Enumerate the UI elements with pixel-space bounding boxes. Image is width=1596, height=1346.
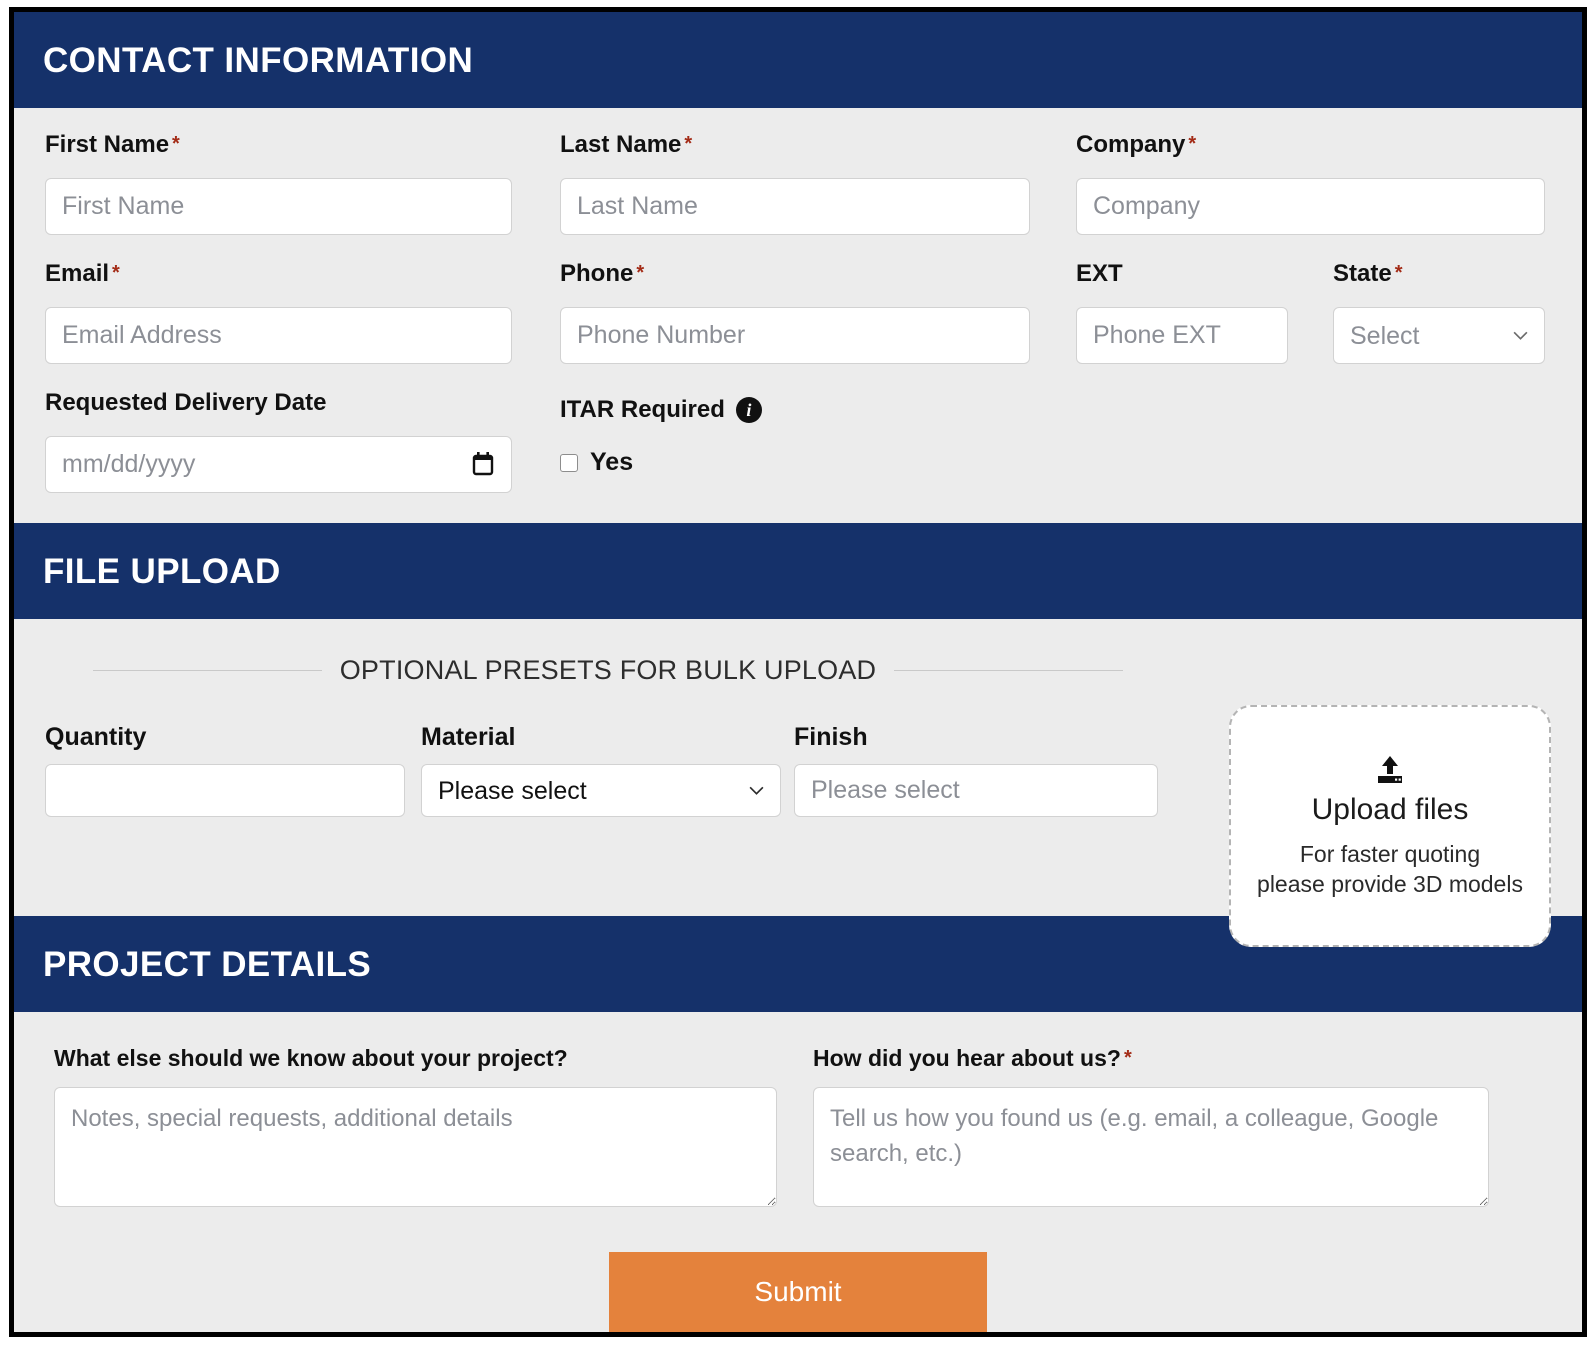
referral-textarea[interactable] — [813, 1087, 1489, 1208]
submit-row: Submit — [45, 1252, 1551, 1332]
finish-input[interactable] — [794, 764, 1158, 818]
upload-files-subtitle-line2: please provide 3D models — [1257, 870, 1523, 897]
ext-label: EXT — [1076, 260, 1123, 287]
field-phone: Phone * — [560, 261, 1030, 364]
required-asterisk: * — [112, 262, 120, 284]
state-select[interactable]: Select — [1333, 307, 1545, 364]
section-title-contact-information: CONTACT INFORMATION — [43, 40, 474, 80]
quote-request-form: CONTACT INFORMATION First Name* Last Nam… — [9, 7, 1587, 1337]
required-asterisk: * — [1394, 262, 1403, 284]
section-header-contact-information: CONTACT INFORMATION — [14, 12, 1582, 108]
section-title-project-details: PROJECT DETAILS — [43, 944, 372, 984]
contact-row-2: Email* Phone* EXT — [45, 261, 1551, 364]
first-name-input[interactable] — [45, 178, 512, 235]
contact-row-1: First Name* Last Name* Company* — [45, 132, 1551, 235]
field-project-notes: What else should we know about your proj… — [54, 1045, 777, 1208]
divider-line-right — [894, 670, 1123, 671]
field-last-name: Last Name * — [560, 132, 1030, 235]
quantity-input[interactable] — [45, 764, 405, 818]
presets-divider: OPTIONAL PRESETS FOR BULK UPLOAD — [93, 655, 1123, 686]
section-title-file-upload: FILE UPLOAD — [43, 551, 281, 591]
itar-checkbox-label: Yes — [590, 448, 634, 476]
upload-icon — [1373, 753, 1407, 787]
material-label: Material — [421, 723, 516, 751]
email-input[interactable] — [45, 307, 512, 364]
company-label: Company * — [1076, 131, 1197, 158]
phone-label: Phone * — [560, 260, 645, 287]
itar-label: ITAR Required — [560, 396, 725, 424]
upload-files-dropzone[interactable]: Upload files For faster quoting please p… — [1229, 705, 1551, 947]
first-name-label: First Name * — [45, 131, 180, 158]
itar-checkbox-row[interactable]: Yes — [560, 448, 1030, 477]
last-name-label: Last Name * — [560, 131, 693, 158]
required-asterisk: * — [684, 133, 693, 155]
field-referral: How did you hear about us? * — [813, 1045, 1489, 1208]
material-select[interactable]: Please select — [421, 764, 781, 818]
field-finish: Finish — [794, 723, 1158, 818]
section-body-file-upload: OPTIONAL PRESETS FOR BULK UPLOAD Quantit… — [14, 619, 1582, 947]
delivery-date-input[interactable] — [45, 436, 512, 493]
project-details-row: What else should we know about your proj… — [45, 1045, 1551, 1208]
referral-label: How did you hear about us? * — [813, 1045, 1132, 1071]
required-asterisk: * — [1123, 1047, 1132, 1069]
finish-label: Finish — [794, 723, 868, 751]
field-material: Material Please select — [421, 723, 781, 818]
ext-input[interactable] — [1076, 307, 1288, 364]
divider-line-left — [93, 670, 322, 671]
project-notes-textarea[interactable] — [54, 1087, 777, 1208]
quantity-label: Quantity — [45, 723, 147, 751]
field-quantity: Quantity — [45, 723, 405, 818]
presets-divider-label: OPTIONAL PRESETS FOR BULK UPLOAD — [339, 655, 877, 685]
company-input[interactable] — [1076, 178, 1545, 235]
bulk-upload-presets: OPTIONAL PRESETS FOR BULK UPLOAD Quantit… — [45, 655, 1185, 818]
required-asterisk: * — [1188, 133, 1197, 155]
section-body-project-details: What else should we know about your proj… — [14, 1012, 1582, 1332]
itar-checkbox[interactable] — [560, 453, 578, 472]
section-body-contact-information: First Name* Last Name* Company* — [14, 108, 1582, 523]
state-label: State * — [1333, 260, 1403, 287]
delivery-date-label: Requested Delivery Date — [45, 389, 327, 416]
field-first-name: First Name * — [45, 132, 512, 235]
upload-files-subtitle-line1: For faster quoting — [1299, 840, 1481, 867]
field-state: State * Select — [1333, 261, 1545, 364]
field-itar: ITAR Required i Yes — [560, 390, 1030, 493]
field-delivery-date: Requested Delivery Date — [45, 390, 512, 493]
section-header-file-upload: FILE UPLOAD — [14, 523, 1582, 619]
field-ext: EXT — [1076, 261, 1288, 364]
phone-input[interactable] — [560, 307, 1030, 364]
required-asterisk: * — [172, 133, 180, 155]
contact-row-3: Requested Delivery Date mm/dd/yyyy ITAR … — [45, 390, 1551, 493]
info-icon[interactable]: i — [735, 397, 762, 423]
field-company: Company * — [1076, 132, 1545, 235]
email-label: Email * — [45, 260, 120, 287]
upload-files-title: Upload files — [1311, 792, 1469, 826]
field-email: Email * — [45, 261, 512, 364]
submit-button[interactable]: Submit — [609, 1252, 987, 1332]
presets-row: Quantity Material Please select Finish P… — [45, 723, 1185, 818]
required-asterisk: * — [636, 262, 645, 284]
project-notes-label: What else should we know about your proj… — [54, 1045, 568, 1071]
last-name-input[interactable] — [560, 178, 1030, 235]
